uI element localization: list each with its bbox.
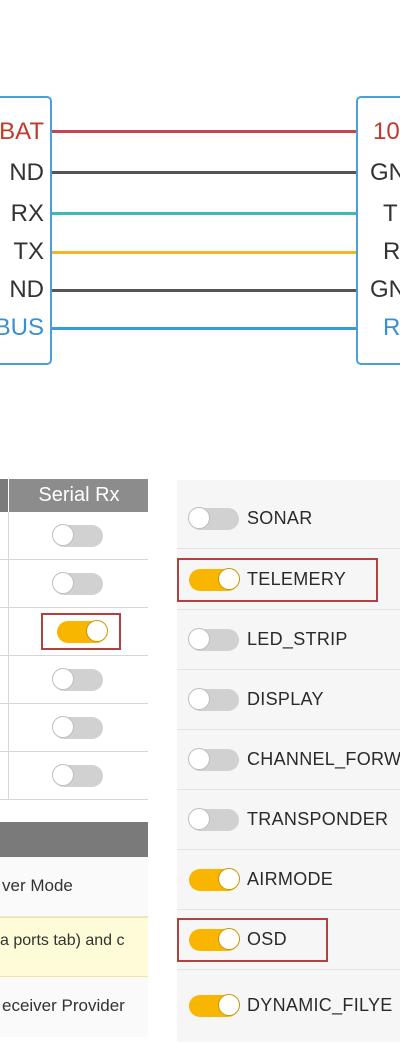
row-cell-left bbox=[0, 560, 9, 607]
channel-forwarding-toggle[interactable] bbox=[188, 748, 239, 771]
features-panel: SONAR TELEMERY LED_STRIP DISPLAY CHANNEL… bbox=[177, 480, 400, 1042]
left-pin-label: BAT bbox=[0, 118, 44, 145]
led-strip-toggle[interactable] bbox=[188, 628, 239, 651]
feature-row-sonar: SONAR bbox=[177, 489, 400, 549]
feature-row-dynamic-filter: DYNAMIC_FILYE bbox=[177, 976, 400, 1035]
header-cell-left bbox=[0, 479, 9, 512]
feature-row-led-strip: LED_STRIP bbox=[177, 610, 400, 670]
toggle-knob bbox=[188, 808, 210, 830]
feature-row-airmode: AIRMODE bbox=[177, 850, 400, 910]
transponder-toggle[interactable] bbox=[188, 808, 239, 831]
right-pin-label: 10 bbox=[373, 118, 400, 145]
toggle-knob bbox=[52, 524, 74, 546]
toggle-knob bbox=[188, 507, 210, 529]
left-pin-label: BUS bbox=[0, 314, 44, 341]
serial-rx-header: Serial Rx bbox=[38, 484, 120, 506]
toggle-knob bbox=[52, 668, 74, 690]
table-row bbox=[0, 704, 148, 752]
toggle-knob bbox=[52, 572, 74, 594]
feature-label: TRANSPONDER bbox=[247, 809, 389, 829]
toggle-knob bbox=[52, 764, 74, 786]
display-toggle[interactable] bbox=[188, 688, 239, 711]
highlight-box-osd bbox=[177, 918, 328, 962]
row-cell-left bbox=[0, 704, 9, 751]
receiver-note: a ports tab) and c bbox=[0, 917, 148, 977]
toggle-knob bbox=[188, 628, 210, 650]
wire-tx bbox=[52, 251, 357, 254]
receiver-provider-label: eceiver Provider bbox=[0, 977, 148, 1037]
row-cell-left bbox=[0, 512, 9, 559]
wire-gnd-1 bbox=[52, 171, 357, 174]
left-pin-label: TX bbox=[13, 238, 44, 265]
receiver-panel-header bbox=[0, 822, 148, 857]
serial-rx-toggle[interactable] bbox=[52, 716, 103, 739]
table-row bbox=[0, 512, 148, 560]
serial-rx-toggle[interactable] bbox=[52, 764, 103, 787]
feature-label: DYNAMIC_FILYE bbox=[247, 995, 393, 1015]
row-cell-left bbox=[0, 656, 9, 703]
right-pin-label: GN bbox=[370, 276, 400, 303]
toggle-knob bbox=[218, 994, 240, 1016]
table-row bbox=[0, 560, 148, 608]
toggle-knob bbox=[52, 716, 74, 738]
toggle-knob bbox=[188, 748, 210, 770]
feature-label: LED_STRIP bbox=[247, 629, 348, 649]
wire-gnd-2 bbox=[52, 289, 357, 292]
toggle-knob bbox=[188, 688, 210, 710]
feature-label: CHANNEL_FORW bbox=[247, 749, 400, 769]
feature-row-display: DISPLAY bbox=[177, 670, 400, 730]
ports-table-header: Serial Rx bbox=[0, 479, 148, 512]
serial-rx-toggle[interactable] bbox=[52, 524, 103, 547]
ports-table: Serial Rx bbox=[0, 479, 148, 800]
serial-rx-toggle[interactable] bbox=[52, 668, 103, 691]
left-pin-label: ND bbox=[9, 276, 44, 303]
feature-label: SONAR bbox=[247, 508, 313, 528]
right-pin-label: R bbox=[383, 314, 400, 341]
row-cell-left bbox=[0, 752, 9, 799]
feature-label: AIRMODE bbox=[247, 869, 334, 889]
highlight-box bbox=[41, 613, 121, 650]
table-row bbox=[0, 656, 148, 704]
sonar-toggle[interactable] bbox=[188, 507, 239, 530]
wire-rx bbox=[52, 212, 357, 215]
toggle-knob bbox=[218, 868, 240, 890]
highlight-box-telemetry bbox=[177, 558, 378, 602]
left-pin-label: RX bbox=[10, 200, 44, 227]
feature-label: DISPLAY bbox=[247, 689, 324, 709]
wire-bat bbox=[52, 130, 357, 133]
table-row bbox=[0, 752, 148, 800]
dynamic-filter-toggle[interactable] bbox=[189, 994, 240, 1017]
serial-rx-toggle[interactable] bbox=[52, 572, 103, 595]
feature-row-channel-forwarding: CHANNEL_FORW bbox=[177, 730, 400, 790]
wire-sbus bbox=[52, 327, 357, 330]
airmode-toggle[interactable] bbox=[189, 868, 240, 891]
right-pin-label: T bbox=[383, 200, 398, 227]
right-pin-label: GN bbox=[370, 159, 400, 186]
row-cell-left bbox=[0, 608, 9, 655]
left-pin-label: ND bbox=[9, 159, 44, 186]
feature-row-transponder: TRANSPONDER bbox=[177, 790, 400, 850]
receiver-mode-label: ver Mode bbox=[0, 857, 148, 917]
right-pin-label: R bbox=[383, 238, 400, 265]
